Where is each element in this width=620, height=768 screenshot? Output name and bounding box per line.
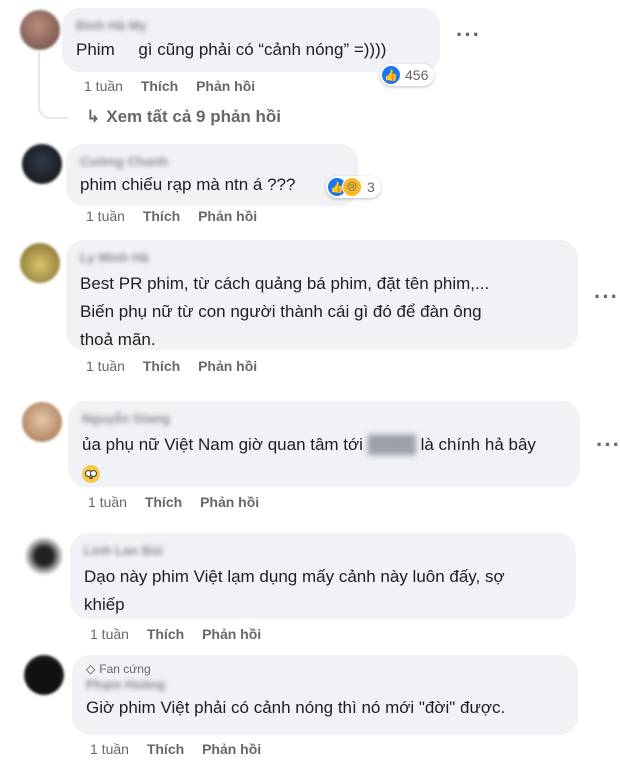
reaction-count: 456 [405,67,429,83]
avatar[interactable] [22,402,62,442]
like-button[interactable]: Thích [141,78,178,94]
commenter-name[interactable]: Đinh Hà My [76,18,426,34]
comment-text: Phim gì cũng phải có “cảnh nóng” =)))) [76,40,387,59]
more-options-icon[interactable]: ··· [594,286,619,308]
like-button[interactable]: Thích [147,626,184,642]
comment-text-part: ủa phụ nữ Việt Nam giờ quan tâm tới [82,435,368,454]
avatar[interactable] [24,655,64,695]
timestamp[interactable]: 1 tuần [88,494,127,510]
comment-actions: 1 tuần Thích Phản hồi [90,626,275,642]
comment-actions: 1 tuần Thích Phản hồi [86,208,271,224]
view-all-label: Xem tất cả 9 phản hồi [106,107,282,126]
comment-text: Giờ phim Việt phải có cảnh nóng thì nó m… [86,698,506,717]
like-button[interactable]: Thích [143,208,180,224]
badge-label: Fan cứng [99,662,151,676]
comment-actions: 1 tuần Thích Phản hồi [88,494,273,510]
fan-badge: ◇ Fan cứng [86,661,564,677]
timestamp[interactable]: 1 tuần [90,741,129,757]
avatar[interactable] [20,243,60,283]
comment-text: ủa phụ nữ Việt Nam giờ quan tâm tới ████… [82,431,566,487]
comment-text: phim chiếu rạp mà ntn á ??? [80,175,296,194]
more-options-icon[interactable]: ··· [456,24,481,46]
comment-text-part: là chính hả bây [415,435,536,454]
like-reaction-icon: 👍 [382,66,400,84]
commenter-name[interactable]: Cường Chanh [80,154,344,170]
comment-bubble: Đinh Hà My Phim gì cũng phải có “cảnh nó… [62,8,440,72]
timestamp[interactable]: 1 tuần [84,78,123,94]
comment-bubble: ◇ Fan cứng Phạm Hoàng Giờ phim Việt phải… [72,655,578,735]
commenter-name[interactable]: Linh Lan Bùi [84,543,562,559]
comment-actions: 1 tuần Thích Phản hồi [90,741,275,757]
commenter-name[interactable]: Nguyễn Giang [82,411,566,427]
comment-bubble: Ly Minh Hà Best PR phim, từ cách quảng b… [66,240,578,350]
reply-button[interactable]: Phản hồi [200,494,259,510]
reply-button[interactable]: Phản hồi [202,626,261,642]
like-button[interactable]: Thích [147,741,184,757]
comment-text: Dạo này phim Việt lạm dụng mấy cảnh này … [84,567,505,614]
like-button[interactable]: Thích [143,358,180,374]
comment-bubble: Nguyễn Giang ủa phụ nữ Việt Nam giờ quan… [68,401,580,487]
avatar[interactable] [22,144,62,184]
reaction-summary[interactable]: 👍 😢 3 [326,176,381,198]
reply-arrow-icon: ↳ [86,107,101,126]
comment-actions: 1 tuần Thích Phản hồi [86,358,271,374]
avatar[interactable] [24,536,64,576]
commenter-name[interactable]: Phạm Hoàng [86,677,564,693]
reply-button[interactable]: Phản hồi [198,358,257,374]
thread-line [38,52,68,119]
flushed-face-emoji [82,464,100,483]
timestamp[interactable]: 1 tuần [86,208,125,224]
more-options-icon[interactable]: ··· [596,434,620,456]
sad-reaction-icon: 😢 [342,177,362,197]
timestamp[interactable]: 1 tuần [86,358,125,374]
view-all-replies-link[interactable]: ↳ Xem tất cả 9 phản hồi [86,107,281,127]
reaction-summary[interactable]: 👍 456 [380,64,435,86]
reply-button[interactable]: Phản hồi [198,208,257,224]
reply-button[interactable]: Phản hồi [196,78,255,94]
comment-text: Best PR phim, từ cách quảng bá phim, đặt… [80,274,490,349]
comment-actions: 1 tuần Thích Phản hồi [84,78,269,94]
comment-bubble: Linh Lan Bùi Dạo này phim Việt lạm dụng … [70,533,576,619]
reply-button[interactable]: Phản hồi [202,741,261,757]
diamond-icon: ◇ [86,662,96,676]
like-button[interactable]: Thích [145,494,182,510]
comment-bubble: Cường Chanh phim chiếu rạp mà ntn á ??? [66,144,358,206]
commenter-name[interactable]: Ly Minh Hà [80,250,564,266]
reaction-count: 3 [367,179,375,195]
redacted-word: ████ [367,435,416,454]
avatar[interactable] [20,10,60,50]
timestamp[interactable]: 1 tuần [90,626,129,642]
